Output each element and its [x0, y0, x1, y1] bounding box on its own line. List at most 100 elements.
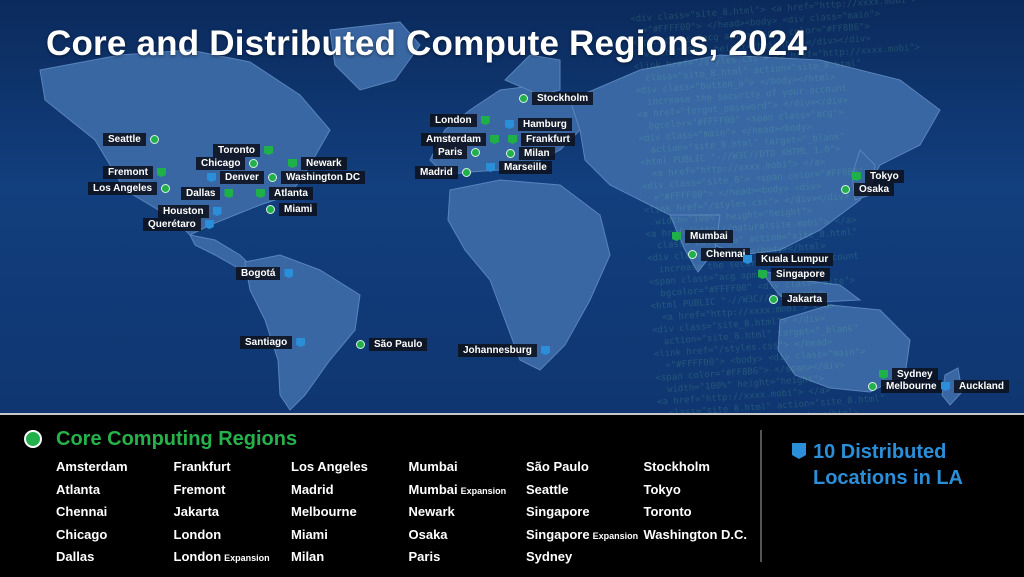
map-marker-melbourne[interactable]: Melbourne — [868, 380, 942, 393]
core-region-dot-icon — [769, 295, 778, 304]
map-marker-auckland[interactable]: Auckland — [941, 380, 1010, 393]
distributed-line-2: Locations in LA — [813, 467, 963, 489]
legend-panel: Core Computing Regions Amsterdam Atlanta… — [0, 415, 1024, 577]
map-label: Tokyo — [865, 170, 904, 183]
map-label: Melbourne — [881, 380, 942, 393]
map-marker-queretaro[interactable]: Querétaro — [143, 218, 214, 231]
map-label: Stockholm — [532, 92, 594, 105]
map-marker-milan[interactable]: Milan — [506, 147, 555, 160]
map-label: Hamburg — [518, 118, 572, 131]
green-flag-icon — [672, 232, 681, 241]
distributed-locations-note: 10 Distributed Locations in LA — [813, 439, 1013, 491]
core-region-dot-icon — [266, 205, 275, 214]
map-marker-miami[interactable]: Miami — [266, 203, 318, 216]
green-flag-icon — [288, 159, 297, 168]
map-label: Fremont — [103, 166, 153, 179]
green-flag-icon — [852, 172, 861, 181]
map-marker-paris[interactable]: Paris — [433, 146, 481, 159]
region-item: London — [173, 526, 222, 542]
core-region-dot-icon — [24, 430, 42, 448]
expansion-tag: Expansion — [592, 530, 639, 541]
map-label: Atlanta — [269, 187, 313, 200]
map-marker-stockholm[interactable]: Stockholm — [519, 92, 594, 105]
region-item: Washington D.C. — [643, 526, 748, 542]
map-marker-bogota[interactable]: Bogotá — [236, 267, 294, 280]
region-item: Singapore Expansion — [526, 526, 639, 542]
core-regions-list: Amsterdam Atlanta Chennai Chicago Dallas… — [56, 459, 756, 571]
map-marker-johannesburg[interactable]: Johannesburg — [458, 344, 550, 357]
map-marker-toronto[interactable]: Toronto — [213, 144, 274, 157]
expansion-tag: Expansion — [224, 553, 270, 563]
region-item: Frankfurt — [173, 459, 231, 474]
map-marker-los-angeles[interactable]: Los Angeles — [88, 182, 171, 195]
map-label: Johannesburg — [458, 344, 537, 357]
map-marker-singapore[interactable]: Singapore — [758, 268, 830, 281]
core-region-dot-icon — [249, 159, 259, 168]
map-marker-jakarta[interactable]: Jakarta — [769, 293, 828, 306]
map-marker-fremont[interactable]: Fremont — [103, 166, 166, 179]
map-label: Seattle — [103, 133, 146, 146]
region-item: Los Angeles — [291, 459, 368, 474]
core-region-dot-icon — [471, 148, 481, 157]
map-label: London — [430, 114, 477, 127]
map-marker-amsterdam[interactable]: Amsterdam — [421, 133, 500, 146]
green-flag-icon — [490, 135, 500, 144]
map-label: São Paulo — [369, 338, 428, 351]
region-item: Newark — [408, 504, 455, 519]
green-flag-icon — [758, 270, 767, 279]
distributed-line-1: 10 Distributed — [813, 441, 947, 463]
map-label: Frankfurt — [521, 133, 575, 146]
blue-flag-icon — [505, 120, 514, 129]
region-item: Mumbai Expansion — [408, 481, 507, 497]
legend-separator — [760, 430, 762, 562]
region-item: Miami — [291, 526, 328, 542]
map-marker-mumbai[interactable]: Mumbai — [672, 230, 733, 243]
map-marker-santiago[interactable]: Santiago — [240, 336, 306, 349]
blue-flag-icon — [486, 163, 495, 172]
map-marker-hamburg[interactable]: Hamburg — [505, 118, 572, 131]
region-item: Milan — [291, 549, 325, 564]
map-marker-chicago[interactable]: Chicago — [196, 157, 259, 170]
map-marker-tokyo[interactable]: Tokyo — [852, 170, 904, 183]
map-label: Osaka — [854, 183, 895, 196]
blue-flag-icon — [212, 207, 222, 216]
map-marker-madrid[interactable]: Madrid — [415, 166, 471, 179]
region-item: Melbourne — [291, 504, 357, 519]
map-label: Houston — [158, 205, 209, 218]
map-marker-sao-paulo[interactable]: São Paulo — [356, 338, 428, 351]
map-marker-frankfurt[interactable]: Frankfurt — [508, 133, 575, 146]
map-marker-kuala-lumpur[interactable]: Kuala Lumpur — [743, 253, 834, 266]
region-item: Fremont — [173, 481, 226, 497]
region-item: Dallas — [56, 549, 95, 564]
map-marker-atlanta[interactable]: Atlanta — [256, 187, 313, 200]
core-region-dot-icon — [841, 185, 850, 194]
core-region-dot-icon — [461, 168, 471, 177]
map-marker-denver[interactable]: Denver — [207, 171, 264, 184]
map-marker-chennai[interactable]: Chennai — [688, 248, 751, 261]
map-label: Amsterdam — [421, 133, 487, 146]
region-item: Amsterdam — [56, 459, 128, 474]
region-item: Sydney — [526, 549, 573, 564]
map-label: Jakarta — [782, 293, 828, 306]
map-marker-houston[interactable]: Houston — [158, 205, 222, 218]
map-marker-marseille[interactable]: Marseille — [486, 161, 552, 174]
map-marker-london[interactable]: London — [430, 114, 490, 127]
map-marker-dallas[interactable]: Dallas — [181, 187, 234, 200]
core-region-dot-icon — [506, 149, 515, 158]
map-marker-newark[interactable]: Newark — [288, 157, 347, 170]
map-label: Marseille — [499, 161, 552, 174]
blue-flag-icon — [941, 382, 950, 391]
green-flag-icon — [157, 168, 166, 177]
map-marker-washington-dc[interactable]: Washington DC — [268, 171, 366, 184]
region-item: São Paulo — [526, 459, 589, 474]
map-label: Miami — [279, 203, 318, 216]
blue-flag-icon — [743, 255, 752, 264]
map-marker-seattle[interactable]: Seattle — [103, 133, 159, 146]
map-label: Newark — [301, 157, 347, 170]
core-region-dot-icon — [519, 94, 528, 103]
map-label: Washington DC — [281, 171, 366, 184]
map-marker-osaka[interactable]: Osaka — [841, 183, 895, 196]
region-item: Seattle — [526, 481, 569, 497]
map-label: Madrid — [415, 166, 458, 179]
map-label: Milan — [519, 147, 555, 160]
